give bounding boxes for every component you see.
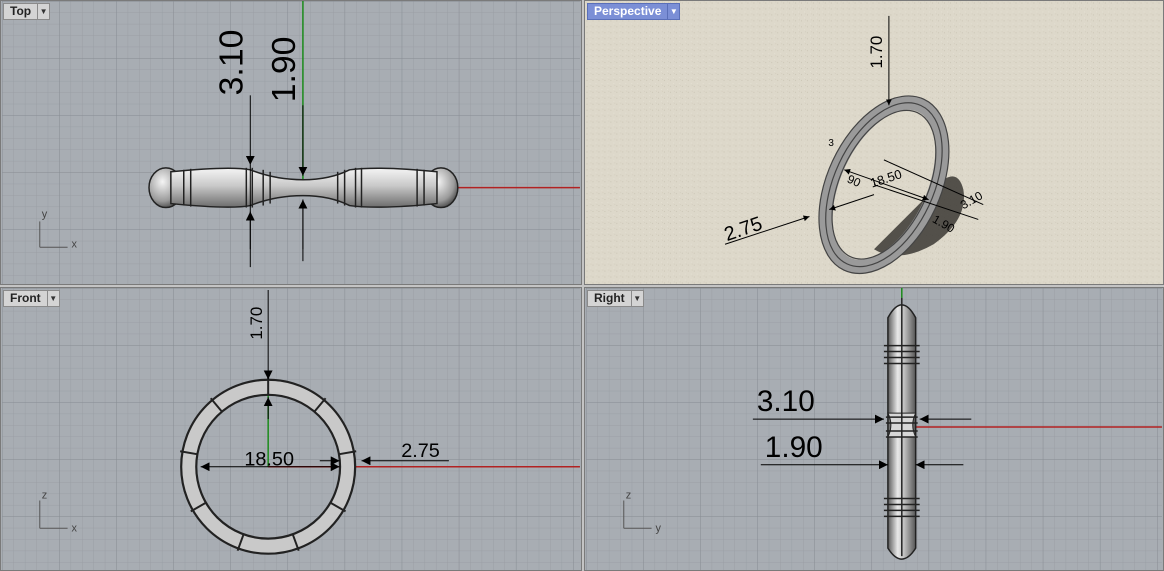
grid-front: 1.70 18.50 2.75 z x	[2, 288, 580, 570]
viewport-right[interactable]: 3.10 1.90 z y Right ▼	[584, 287, 1164, 571]
chevron-down-icon[interactable]: ▼	[47, 289, 60, 307]
viewport-perspective[interactable]: 1.70 2.75 18.50 90 3.10 1.90 3 Perspecti…	[584, 0, 1164, 285]
dim-label-18-50-front: 18.50	[244, 449, 294, 471]
dim-label-3-10: 3.10	[212, 30, 250, 96]
tab-right[interactable]: Right ▼	[587, 289, 644, 307]
viewport-title-front[interactable]: Front	[3, 289, 48, 307]
dim-label-1-90-right: 1.90	[765, 431, 823, 464]
ring-right-profile	[883, 297, 920, 560]
axis-label-z: z	[42, 490, 47, 502]
tab-top[interactable]: Top ▼	[3, 2, 51, 20]
axis-label-x: x	[72, 522, 78, 534]
grid-top: 3.10 1.90 y x	[2, 1, 580, 284]
chevron-down-icon[interactable]: ▼	[631, 289, 644, 307]
viewport-front[interactable]: 1.70 18.50 2.75 z x Front ▼	[0, 287, 582, 571]
axis-label-z: z	[626, 490, 631, 502]
tab-perspective[interactable]: Perspective ▼	[587, 2, 681, 20]
axis-label-y: y	[42, 208, 48, 220]
viewport-top[interactable]: 3.10 1.90 y x Top ▼	[0, 0, 582, 285]
dim-label-3-persp: 3	[828, 138, 834, 149]
dim-label-3-10-right: 3.10	[757, 385, 815, 418]
axis-label-y: y	[656, 522, 662, 534]
viewport-title-perspective[interactable]: Perspective	[587, 2, 669, 20]
chevron-down-icon[interactable]: ▼	[38, 2, 51, 20]
axis-label-x: x	[72, 238, 78, 250]
dim-label-1-90: 1.90	[265, 37, 303, 103]
render-perspective: 1.70 2.75 18.50 90 3.10 1.90 3	[586, 1, 1162, 284]
viewport-title-right[interactable]: Right	[587, 289, 632, 307]
viewport-title-top[interactable]: Top	[3, 2, 39, 20]
chevron-down-icon[interactable]: ▼	[668, 2, 681, 20]
dim-label-1-70: 1.70	[867, 36, 886, 69]
dim-label-2-75-front: 2.75	[401, 440, 440, 462]
tab-front[interactable]: Front ▼	[3, 289, 60, 307]
grid-right: 3.10 1.90 z y	[586, 288, 1162, 570]
dim-label-1-70-front: 1.70	[247, 307, 266, 340]
